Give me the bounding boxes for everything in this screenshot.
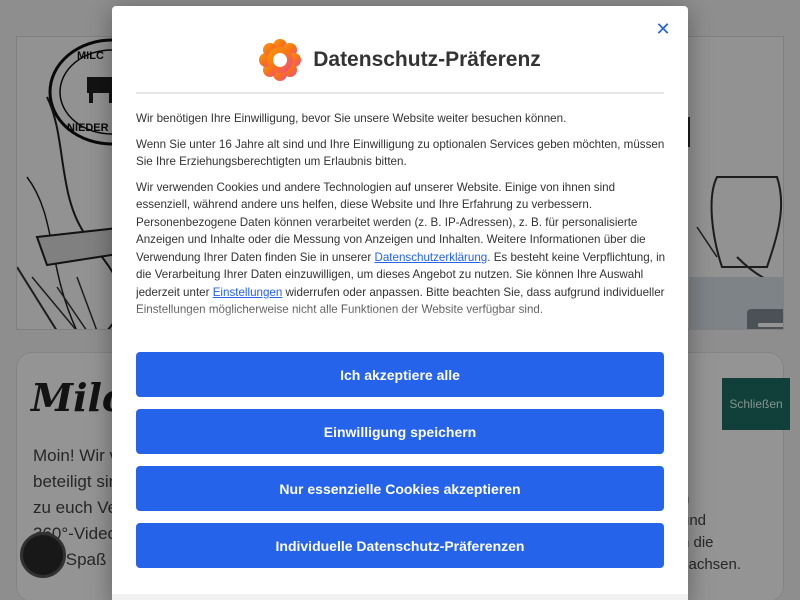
privacy-modal: ✕ Datenschutz-Präferenz Wir benötigen Ih… — [112, 6, 688, 600]
individual-preferences-button[interactable]: Individuelle Datenschutz-Präferenzen — [136, 523, 664, 568]
modal-title: Datenschutz-Präferenz — [313, 48, 541, 71]
modal-header: Datenschutz-Präferenz — [136, 28, 664, 94]
privacy-logo-icon — [259, 39, 302, 81]
cookies-paragraph: Wir verwenden Cookies und andere Technol… — [136, 179, 666, 319]
age-paragraph: Wenn Sie unter 16 Jahre alt sind und Ihr… — [136, 137, 665, 169]
consent-paragraph: Wir benötigen Ihre Einwilligung, bevor S… — [136, 112, 567, 125]
accept-all-button[interactable]: Ich akzeptiere alle — [136, 352, 664, 397]
save-consent-button[interactable]: Einwilligung speichern — [136, 409, 664, 454]
settings-link[interactable]: Einstellungen — [213, 286, 283, 299]
modal-footer — [112, 594, 688, 600]
modal-body[interactable]: Wir benötigen Ihre Einwilligung, bevor S… — [136, 110, 666, 340]
privacy-policy-link[interactable]: Datenschutzerklärung — [374, 251, 487, 264]
essential-only-button[interactable]: Nur essenzielle Cookies akzeptieren — [136, 466, 664, 511]
